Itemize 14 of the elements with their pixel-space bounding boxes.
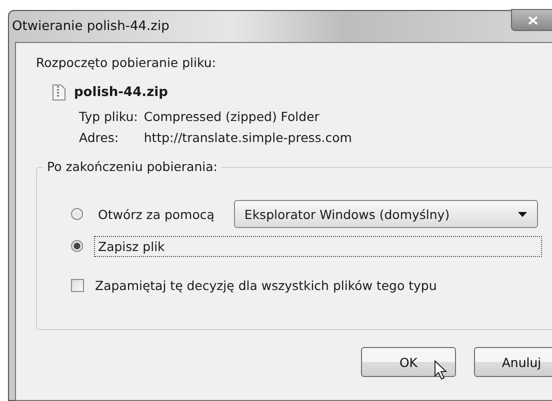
- option-label[interactable]: Otwórz za pomocą: [94, 204, 218, 224]
- address-value: http://translate.simple-press.com: [144, 130, 352, 145]
- cancel-button[interactable]: Anuluj: [474, 347, 552, 377]
- address-label: Adres:: [79, 130, 120, 145]
- ok-button[interactable]: OK: [361, 347, 456, 377]
- group-title: Po zakończeniu pobierania:: [43, 159, 222, 174]
- type-value: Compressed (zipped) Folder: [144, 109, 320, 124]
- type-label: Typ pliku:: [79, 109, 138, 124]
- window-title: Otwieranie polish-44.zip: [12, 19, 170, 34]
- file-name: polish-44.zip: [74, 85, 168, 100]
- option-label[interactable]: Zapisz plik: [94, 236, 542, 256]
- app-dropdown[interactable]: Eksplorator Windows (domyślny): [234, 200, 538, 228]
- checkbox-label[interactable]: Zapamiętaj tę decyzję dla wszystkich plików tego typu: [95, 278, 437, 292]
- intro-text: Rozpoczęto pobieranie pliku:: [36, 55, 217, 70]
